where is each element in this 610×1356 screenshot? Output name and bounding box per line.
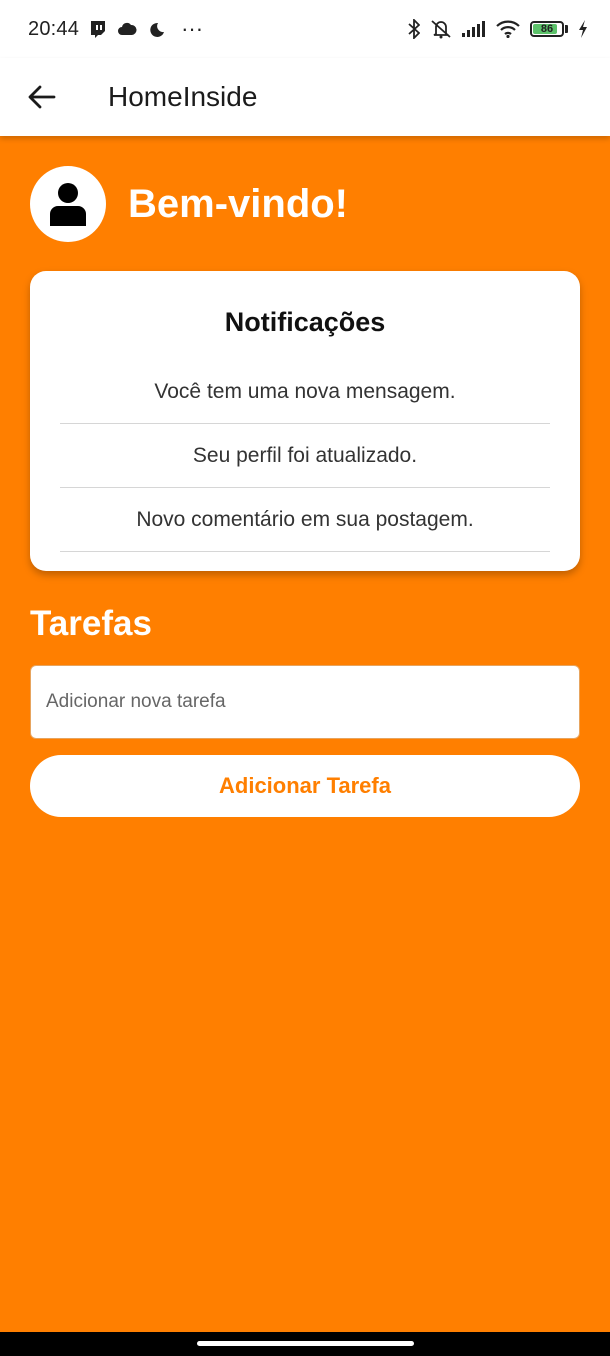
status-time: 20:44 — [28, 17, 80, 40]
notifications-list: Você tem uma nova mensagem. Seu perfil f… — [60, 360, 550, 552]
add-task-button[interactable]: Adicionar Tarefa — [30, 755, 580, 817]
notifications-title: Notificações — [224, 307, 386, 337]
mute-vibrate-icon — [430, 19, 452, 39]
welcome-header: Bem-vindo! — [30, 166, 348, 242]
notifications-card: Notificações Você tem uma nova mensagem.… — [30, 271, 580, 571]
back-button[interactable] — [0, 58, 84, 136]
signal-icon — [462, 21, 486, 37]
system-nav-bar — [0, 1332, 610, 1356]
welcome-title: Bem-vindo! — [128, 181, 348, 226]
status-right: 86 — [408, 19, 588, 39]
bluetooth-icon — [408, 19, 420, 39]
home-indicator[interactable] — [197, 1341, 414, 1346]
person-icon — [49, 182, 87, 226]
twitch-icon — [89, 20, 107, 39]
battery-icon: 86 — [530, 21, 568, 37]
more-dots-icon: ··· — [181, 16, 204, 41]
charging-icon — [578, 20, 588, 38]
new-task-input[interactable] — [30, 665, 580, 739]
tasks-title: Tarefas — [30, 604, 152, 643]
avatar — [30, 166, 106, 242]
notification-item[interactable]: Você tem uma nova mensagem. — [60, 360, 550, 424]
notification-item[interactable]: Novo comentário em sua postagem. — [60, 488, 550, 552]
arrow-left-icon — [28, 85, 56, 109]
moon-icon — [147, 21, 165, 37]
battery-level: 86 — [540, 23, 554, 35]
app-bar: HomeInside — [0, 58, 610, 136]
status-bar: 20:44 ··· 86 — [0, 0, 610, 58]
notification-item[interactable]: Seu perfil foi atualizado. — [60, 424, 550, 488]
status-left: 20:44 ··· — [28, 16, 203, 42]
app-title: HomeInside — [108, 81, 258, 112]
wifi-icon — [496, 20, 520, 38]
cloud-icon — [117, 22, 137, 36]
